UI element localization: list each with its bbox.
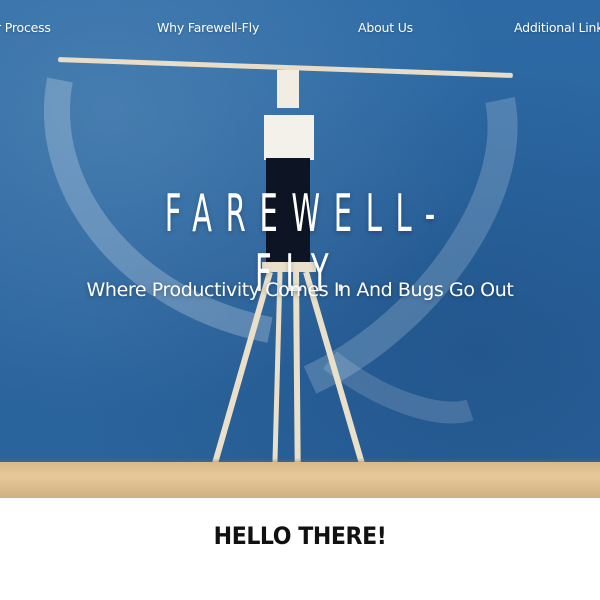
- nav-link-our-process[interactable]: r Process: [0, 20, 51, 35]
- intro-heading: HELLO THERE!: [213, 522, 387, 550]
- intro-section: HELLO THERE!: [0, 498, 600, 600]
- nav-link-additional-links[interactable]: Additional Links: [514, 20, 600, 35]
- hero-section: r Process Why Farewell-Fly About Us Addi…: [0, 0, 600, 498]
- top-navigation: r Process Why Farewell-Fly About Us Addi…: [0, 20, 600, 42]
- hero-subtitle: Where Productivity Comes In And Bugs Go …: [86, 279, 514, 301]
- nav-link-about-us[interactable]: About Us: [358, 20, 413, 35]
- nav-link-why-farewell-fly[interactable]: Why Farewell-Fly: [157, 20, 259, 35]
- floor-surface: [0, 462, 600, 498]
